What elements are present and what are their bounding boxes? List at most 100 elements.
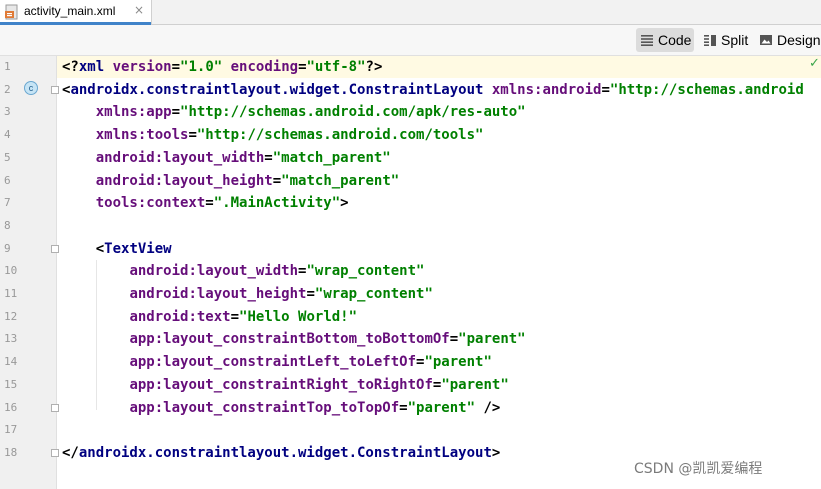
line-number: 1 [4, 60, 11, 73]
line-number: 13 [4, 332, 18, 346]
code-line[interactable]: 12 android:text="Hello World!" [0, 306, 821, 329]
code-line[interactable]: 11 android:layout_height="wrap_content" [0, 283, 821, 306]
code-token: "parent" [407, 399, 476, 416]
code-text: android:layout_height="wrap_content" [62, 283, 433, 305]
code-token: androidx.constraintlayout.widget.Constra… [70, 81, 492, 98]
line-number: 10 [4, 264, 18, 278]
code-token: = [449, 331, 459, 348]
code-text: <?xml version="1.0" encoding="utf-8"?> [62, 56, 382, 78]
split-icon [704, 35, 716, 46]
code-token: "http://schemas.android [609, 81, 804, 98]
code-token: android:layout_width [129, 263, 299, 280]
code-line[interactable]: 16 app:layout_constraintTop_toTopOf="par… [0, 397, 821, 420]
tab-activity-main-xml[interactable]: activity_main.xml × [0, 0, 152, 25]
code-text: <TextView [62, 238, 172, 260]
code-line[interactable]: 10 android:layout_width="wrap_content" [0, 260, 821, 283]
code-token: app:layout_constraintRight_toRightOf [129, 376, 433, 393]
code-line[interactable]: 15 app:layout_constraintRight_toRightOf=… [0, 374, 821, 397]
code-token: < [62, 240, 105, 257]
code-token: "match_parent" [281, 172, 400, 189]
code-token: "http://schemas.android.com/tools" [196, 127, 484, 144]
code-text: <androidx.constraintlayout.widget.Constr… [62, 79, 804, 101]
code-line[interactable]: 1 <?xml version="1.0" encoding="utf-8"?> [0, 56, 821, 79]
code-token: = [230, 308, 240, 325]
code-token: version [112, 59, 172, 75]
code-text: android:text="Hello World!" [62, 306, 357, 328]
code-text: xmlns:app="http://schemas.android.com/ap… [62, 101, 526, 123]
code-text: app:layout_constraintBottom_toBottomOf="… [62, 328, 525, 350]
code-line[interactable]: 2 <androidx.constraintlayout.widget.Const… [0, 79, 821, 102]
code-line[interactable]: 13 app:layout_constraintBottom_toBottomO… [0, 328, 821, 351]
line-number: 16 [4, 400, 18, 414]
code-token: "wrap_content" [306, 263, 425, 280]
line-number: 2 [4, 82, 11, 96]
code-text: android:layout_width="match_parent" [62, 147, 391, 169]
code-view-button[interactable]: Code [636, 28, 694, 52]
code-text: xmlns:tools="http://schemas.android.com/… [62, 124, 484, 146]
code-line[interactable]: 7 tools:context=".MainActivity"> [0, 192, 821, 215]
code-text: app:layout_constraintRight_toRightOf="pa… [62, 374, 509, 396]
code-token: = [601, 81, 610, 98]
code-line[interactable]: 8 [0, 215, 821, 238]
code-token: "wrap_content" [314, 286, 433, 302]
code-token: = [171, 104, 181, 121]
code-text: app:layout_constraintTop_toTopOf="parent… [62, 397, 500, 419]
line-number: 15 [4, 377, 18, 391]
code-token: app:layout_constraintLeft_toLeftOf [129, 354, 417, 371]
code-token: ?> [365, 59, 383, 75]
fold-marker-icon[interactable] [51, 85, 59, 94]
line-number: 3 [4, 105, 11, 119]
design-view-label: Design [777, 32, 821, 48]
code-token: > [491, 444, 501, 461]
line-number: 7 [4, 196, 11, 210]
code-token: = [171, 59, 181, 75]
code-line[interactable]: 5 android:layout_width="match_parent" [0, 147, 821, 170]
line-number: 17 [4, 423, 18, 437]
tab-label: activity_main.xml [24, 4, 116, 18]
code-token: android:layout_width [95, 149, 265, 166]
code-text: tools:context=".MainActivity"> [62, 192, 349, 214]
code-line[interactable]: 9 <TextView [0, 238, 821, 261]
code-text: </androidx.constraintlayout.widget.Const… [62, 442, 500, 464]
code-token: ".MainActivity" [213, 195, 341, 212]
code-token: "http://schemas.android.com/apk/res-auto… [180, 104, 526, 121]
code-token: = [399, 399, 408, 416]
code-text: android:layout_width="wrap_content" [62, 260, 424, 282]
code-token: "parent" [424, 354, 492, 371]
code-token: tools:context [95, 195, 206, 212]
split-view-button[interactable]: Split [703, 28, 753, 52]
code-line[interactable]: 17 [0, 419, 821, 442]
lines-icon [641, 35, 653, 46]
code-line[interactable]: 14 app:layout_constraintLeft_toLeftOf="p… [0, 351, 821, 374]
fold-marker-icon[interactable] [51, 403, 59, 412]
code-token: = [298, 59, 307, 75]
code-token: "match_parent" [272, 149, 391, 166]
fold-marker-icon[interactable] [51, 244, 59, 253]
code-token: "utf-8" [306, 59, 366, 75]
code-text: app:layout_constraintLeft_toLeftOf="pare… [62, 351, 492, 373]
code-line[interactable]: 3 xmlns:app="http://schemas.android.com/… [0, 101, 821, 124]
code-token: android:text [129, 308, 231, 325]
code-view-label: Code [658, 32, 692, 48]
line-number: 12 [4, 309, 18, 323]
code-line[interactable]: 4 xmlns:tools="http://schemas.android.co… [0, 124, 821, 147]
line-number: 9 [4, 241, 11, 255]
code-token: xmlns:tools [95, 127, 189, 144]
code-token: encoding [230, 59, 299, 75]
close-tab-icon[interactable]: × [134, 2, 144, 18]
code-token: android:layout_height [95, 172, 273, 189]
code-line[interactable]: 6 android:layout_height="match_parent" [0, 170, 821, 193]
code-token: "parent" [441, 376, 509, 393]
design-view-button[interactable]: Design [759, 28, 821, 52]
xml-file-icon [5, 4, 18, 20]
code-token: = [205, 195, 214, 212]
fold-marker-icon[interactable] [51, 448, 59, 457]
code-token: /> [475, 399, 501, 416]
line-number: 14 [4, 355, 18, 369]
